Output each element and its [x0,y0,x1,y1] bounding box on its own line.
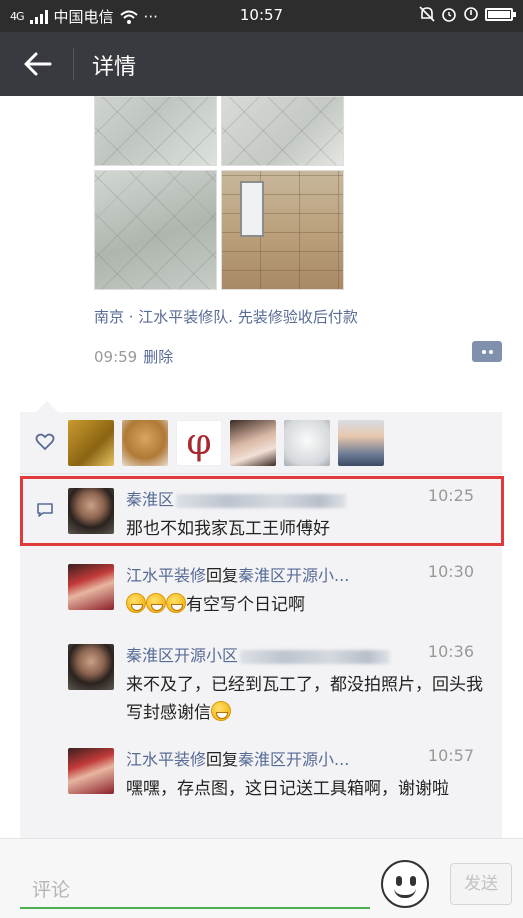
panel-arrow [36,401,58,412]
commenter-avatar[interactable] [68,644,114,690]
post-photo-4[interactable] [221,170,344,290]
comment-text: 有空写个日记啊 [126,591,486,619]
like-avatar[interactable]: φ [176,420,222,466]
sync-icon [464,7,478,21]
emoji-mouth [394,888,416,898]
post-location[interactable]: 南京 · 江水平装修队. 先装修验收后付款 [94,306,358,327]
post-detail: 南京 · 江水平装修队. 先装修验收后付款 09:59 删除 φ 秦淮区 10:2… [0,96,523,838]
commenter-name[interactable]: 江水平装修回复秦淮区开源小... [126,746,349,770]
comment-time: 10:30 [427,562,474,581]
comment-text: 嘿嘿，存点图，这日记送工具箱啊，谢谢啦 [126,779,449,799]
like-avatar[interactable] [338,420,384,466]
emoji-eye [410,876,416,886]
post-photo-1[interactable] [94,96,217,166]
comment-time: 10:36 [427,642,474,661]
post-photo-3[interactable] [94,170,217,290]
commenter-name[interactable]: 秦淮区开源小区 [126,642,391,666]
status-right [419,6,516,22]
send-button[interactable]: 发送 [450,863,512,905]
alarm-icon [442,8,456,22]
grin-emoji-icon [126,593,146,613]
comment-time: 10:57 [427,746,474,765]
back-arrow-icon[interactable] [20,46,56,82]
commenter-avatar[interactable] [68,564,114,610]
page-title: 详情 [92,55,137,80]
grin-emoji-icon [211,701,231,721]
like-avatar[interactable] [122,420,168,466]
like-avatar[interactable] [284,420,330,466]
nav-bar: 详情 [0,32,523,96]
more-actions-button[interactable] [472,341,502,362]
grin-emoji-icon [146,593,166,613]
like-avatar[interactable] [68,420,114,466]
comment-composer: 评论 发送 [0,838,523,918]
status-bar: 4G 中国电信 ··· 10:57 [0,0,523,32]
emoji-eye [396,876,402,886]
post-time: 09:59 [94,348,138,366]
bell-off-icon [419,6,435,22]
battery-icon [485,7,516,21]
comment-text: 来不及了，已经到瓦工了，都没拍照片，回头我写封感谢信 [126,675,483,723]
heart-icon [35,433,55,451]
emoji-button[interactable] [381,860,429,908]
like-avatar[interactable] [230,420,276,466]
commenter-avatar[interactable] [68,748,114,794]
nav-divider [73,48,74,80]
grin-emoji-icon [166,593,186,613]
highlight-box [20,476,504,546]
commenter-name[interactable]: 江水平装修回复秦淮区开源小... [126,562,349,586]
post-photo-2[interactable] [221,96,344,166]
post-meta: 09:59 删除 [94,346,173,367]
comment-input[interactable]: 评论 [20,853,370,909]
likes-row: φ [20,412,502,474]
delete-link[interactable]: 删除 [143,348,173,366]
